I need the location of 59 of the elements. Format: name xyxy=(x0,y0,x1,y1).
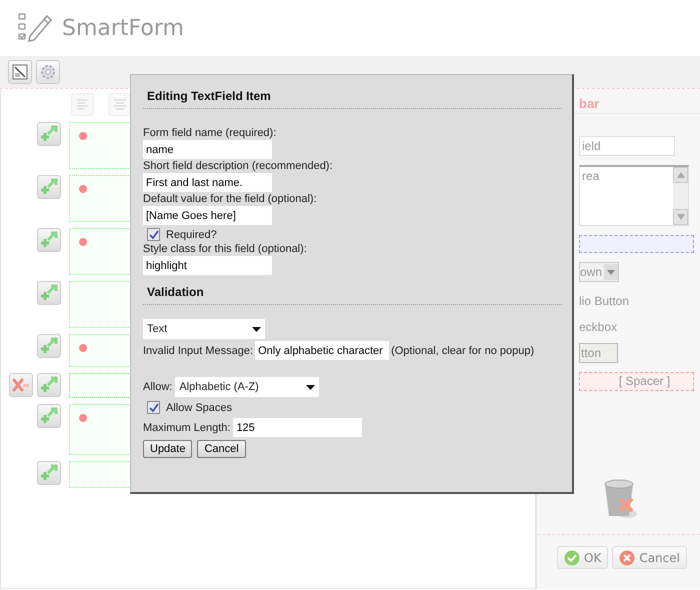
plus-arrow-icon xyxy=(39,376,59,394)
field-label: Style class for this field (optional): xyxy=(143,243,307,255)
field-label: Short field description (recommended): xyxy=(143,160,333,172)
update-button[interactable]: Update xyxy=(143,440,192,458)
plus-arrow-icon xyxy=(39,337,59,355)
cancel-button[interactable]: Cancel xyxy=(197,440,246,458)
field-label: Maximum Length: xyxy=(143,422,230,434)
text-input[interactable]: highlight xyxy=(143,256,272,275)
plus-arrow-icon xyxy=(39,464,59,482)
type-select[interactable]: Text xyxy=(143,319,265,339)
allow-select[interactable]: Alphabetic (A-Z) xyxy=(175,377,320,397)
align-center-button[interactable] xyxy=(108,93,131,116)
hint-text: (Optional, clear for no popup) xyxy=(391,344,534,356)
add-item-button[interactable] xyxy=(37,175,61,199)
scroll-down-icon[interactable] xyxy=(676,214,684,220)
add-item-button[interactable] xyxy=(37,334,61,358)
html-block-tool[interactable] xyxy=(579,235,694,253)
caret-icon xyxy=(607,270,615,274)
caret-icon xyxy=(306,384,316,390)
toolbox-title: bar xyxy=(579,96,600,110)
text-input[interactable]: [Name Goes here] xyxy=(143,206,272,225)
preview-tool-button[interactable] xyxy=(8,60,32,84)
add-item-button[interactable] xyxy=(37,228,61,252)
settings-icon xyxy=(39,63,57,81)
delete-icon xyxy=(12,378,30,392)
field-label: Invalid Input Message: xyxy=(143,344,254,356)
plus-arrow-icon xyxy=(39,178,59,196)
cancel-icon xyxy=(619,550,636,566)
add-item-button[interactable] xyxy=(37,373,61,397)
field-label: Form field name (required): xyxy=(143,127,276,139)
add-item-button[interactable] xyxy=(37,461,61,485)
checkbox-label: Required? xyxy=(166,228,217,240)
dialog-title: Editing TextField Item xyxy=(146,89,272,103)
plus-arrow-icon xyxy=(39,231,59,249)
app-title: SmartForm xyxy=(62,16,184,40)
delete-button[interactable] xyxy=(9,373,33,397)
max-length-input[interactable]: 125 xyxy=(233,418,362,437)
align-left-icon xyxy=(76,98,90,112)
field-label: Default value for the field (optional): xyxy=(143,193,317,205)
add-item-button[interactable] xyxy=(37,122,61,146)
scroll-up-icon[interactable] xyxy=(676,172,684,178)
checkbox[interactable] xyxy=(147,401,160,414)
plus-arrow-icon xyxy=(39,125,59,143)
add-item-button[interactable] xyxy=(37,281,61,305)
check-icon xyxy=(564,550,580,566)
checkbox-label: Allow Spaces xyxy=(166,402,232,414)
add-item-button[interactable] xyxy=(37,404,61,428)
checkbox[interactable] xyxy=(147,228,160,241)
plus-arrow-icon xyxy=(39,407,59,425)
preview-icon xyxy=(12,64,28,80)
section-heading: Validation xyxy=(146,285,205,299)
plus-arrow-icon xyxy=(39,284,59,302)
text-input[interactable]: name xyxy=(143,140,272,159)
message-input[interactable]: Only alphabetic character xyxy=(255,341,390,360)
checklist-pencil-icon xyxy=(18,12,54,44)
text-input[interactable]: First and last name. xyxy=(143,173,272,192)
field-label: Allow: xyxy=(143,381,172,393)
align-left-button[interactable] xyxy=(71,93,94,116)
align-center-icon xyxy=(112,98,126,112)
